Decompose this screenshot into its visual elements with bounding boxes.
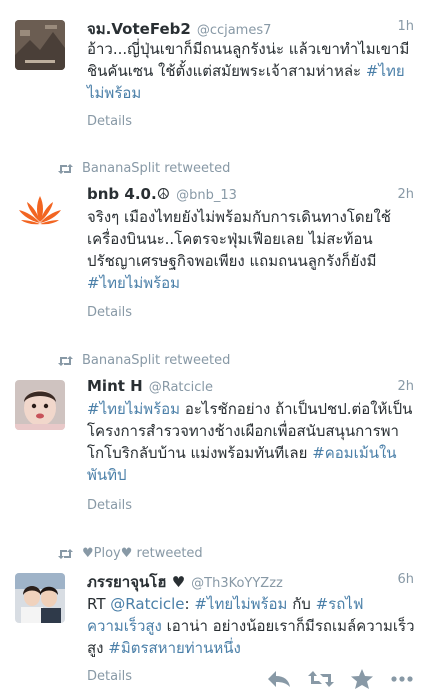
details-link[interactable]: Details xyxy=(87,305,132,320)
author-username[interactable]: @Th3KoYYZzz xyxy=(191,576,283,591)
tweet-item[interactable]: ♥Ploy♥ retweeted ภรรยาจุนโฮ ♥ @Th3KoYYZz… xyxy=(0,533,424,699)
retweet-icon xyxy=(58,163,73,174)
author-fullname[interactable]: bnb 4.0.☮ xyxy=(87,185,170,203)
details-link[interactable]: Details xyxy=(87,114,132,129)
author-username[interactable]: @Ratcicle xyxy=(149,380,213,395)
retweeted-by-label[interactable]: BananaSplit retweeted xyxy=(82,161,230,176)
mention-link[interactable]: @Ratcicle xyxy=(110,595,184,613)
retweeted-by-label[interactable]: BananaSplit retweeted xyxy=(82,353,230,368)
tweet-text-body: จริงๆ เมืองไทยยังไม่พร้อมกับการเดินทางโด… xyxy=(87,208,391,270)
tweet-text: #ไทยไม่พร้อม อะไรชักอย่าง ถ้าเป็นปชป.ต่อ… xyxy=(87,398,416,486)
reply-icon[interactable] xyxy=(266,669,292,689)
tweet-item[interactable]: จม.VoteFeb2 @ccjames7 1h อ้าว...ญี่ปุ่นเ… xyxy=(0,0,424,149)
hashtag-link[interactable]: #ไทยไม่พร้อม xyxy=(87,274,180,292)
hashtag-link[interactable]: #ไทยไม่พร้อม xyxy=(194,595,287,613)
hashtag-link[interactable]: #มิตรสหายท่านหนึ่ง xyxy=(108,639,241,657)
rt-prefix: RT xyxy=(87,595,106,613)
details-link[interactable]: Details xyxy=(87,498,132,513)
avatar[interactable] xyxy=(15,380,65,430)
author-fullname[interactable]: ภรรยาจุนโฮ ♥ xyxy=(87,570,185,594)
retweeted-context: BananaSplit retweeted xyxy=(57,161,230,176)
tweet-timestamp[interactable]: 2h xyxy=(397,379,414,394)
author-fullname[interactable]: Mint H xyxy=(87,377,143,395)
tweet-text-body: อ้าว...ญี่ปุ่นเขาก็มีถนนลูกรังน่ะ แล้วเข… xyxy=(87,40,410,80)
author-username[interactable]: @bnb_13 xyxy=(176,188,237,203)
author-username[interactable]: @ccjames7 xyxy=(197,23,272,38)
tweet-text: อ้าว...ญี่ปุ่นเขาก็มีถนนลูกรังน่ะ แล้วเข… xyxy=(87,38,416,104)
retweeted-by-label[interactable]: ♥Ploy♥ retweeted xyxy=(82,546,203,561)
tweet-timestamp[interactable]: 2h xyxy=(397,187,414,202)
avatar[interactable] xyxy=(15,573,65,623)
retweeted-context: ♥Ploy♥ retweeted xyxy=(57,546,203,561)
more-icon[interactable] xyxy=(390,669,414,689)
colon-separator: : xyxy=(184,595,190,613)
retweet-icon xyxy=(58,548,73,559)
tweet-actions xyxy=(266,668,414,690)
tweet-item[interactable]: BananaSplit retweeted bnb 4.0.☮ @bnb_13 … xyxy=(0,148,424,341)
hashtag-link[interactable]: #ไทยไม่พร้อม xyxy=(87,400,180,418)
tweet-item[interactable]: BananaSplit retweeted Mint H @Ratcicle 2… xyxy=(0,340,424,534)
retweet-icon[interactable] xyxy=(308,669,334,689)
retweet-icon xyxy=(58,355,73,366)
details-link[interactable]: Details xyxy=(87,669,132,684)
tweet-timestamp[interactable]: 1h xyxy=(397,19,414,34)
tweet-text: RT @Ratcicle: #ไทยไม่พร้อม กับ #รถไฟความ… xyxy=(87,593,416,659)
tweet-text-body: กับ xyxy=(292,595,311,613)
favorite-icon[interactable] xyxy=(350,668,374,690)
avatar[interactable] xyxy=(15,20,65,70)
tweet-timestamp[interactable]: 6h xyxy=(397,572,414,587)
retweeted-context: BananaSplit retweeted xyxy=(57,353,230,368)
tweet-text: จริงๆ เมืองไทยยังไม่พร้อมกับการเดินทางโด… xyxy=(87,206,416,294)
avatar[interactable] xyxy=(15,188,65,238)
